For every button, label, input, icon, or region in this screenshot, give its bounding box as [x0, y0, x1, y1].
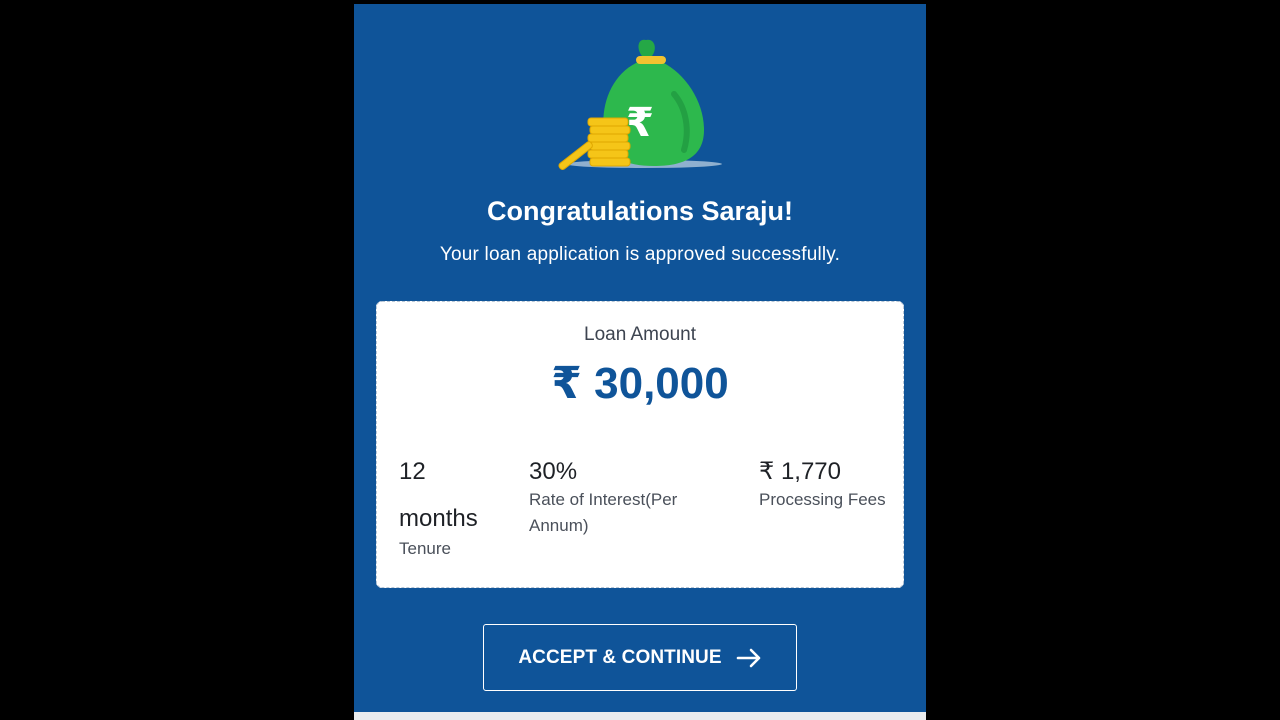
congratulations-title: Congratulations Saraju! [486, 196, 794, 226]
approval-message: Your loan application is approved succes… [439, 244, 841, 265]
loan-amount-value: ₹ 30,000 [551, 359, 729, 408]
arrow-right-icon [736, 648, 760, 667]
money-bag-icon: ₹ [558, 39, 722, 170]
screen-bottom-edge [354, 712, 926, 720]
money-bag-illustration: ₹ [554, 34, 724, 174]
loan-amount-label: Loan Amount [584, 324, 696, 345]
interest-rate-label: Rate of Interest(Per Annum) [529, 490, 678, 535]
loan-summary-card: Loan Amount ₹ 30,000 12 months Tenure 30… [376, 301, 904, 588]
tenure-detail: 12 months Tenure [399, 448, 509, 562]
approval-screen: ₹ Congratulations Saraju! Your loan appl… [354, 4, 926, 720]
interest-rate-detail: 30% Rate of Interest(Per Annum) [529, 448, 729, 539]
rupee-symbol: ₹ [626, 100, 654, 146]
accept-continue-label: ACCEPT & CONTINUE [518, 646, 722, 668]
processing-fees-detail: ₹ 1,770 Processing Fees [759, 448, 889, 513]
tenure-value: 12 months [399, 458, 478, 532]
processing-fees-label: Processing Fees [759, 490, 886, 509]
accept-continue-button[interactable]: ACCEPT & CONTINUE [483, 624, 797, 691]
